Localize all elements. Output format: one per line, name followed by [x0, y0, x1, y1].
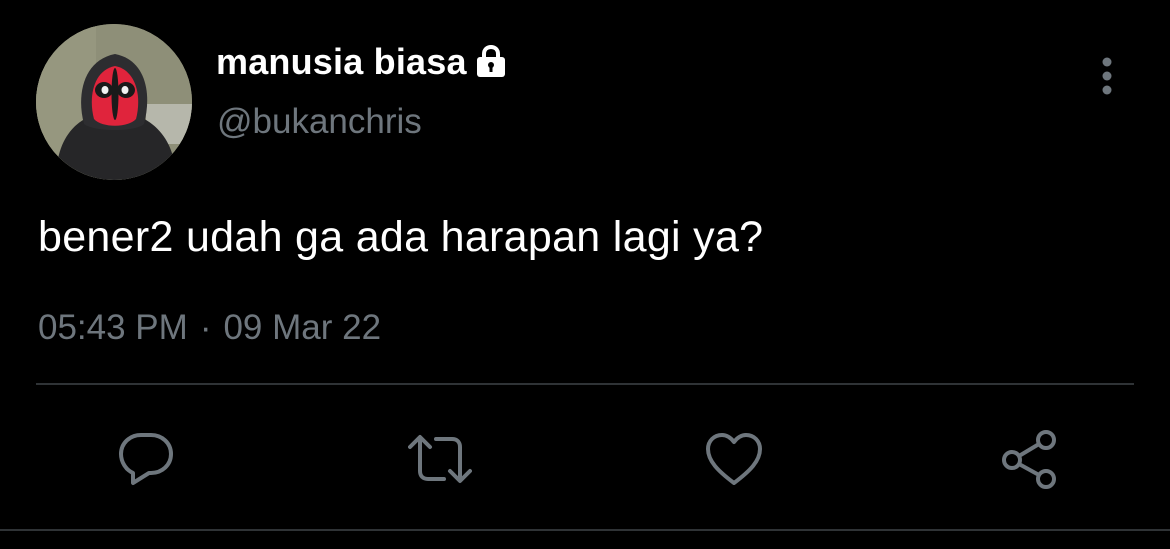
- avatar-image: [36, 24, 192, 180]
- user-handle[interactable]: @bukanchris: [217, 102, 422, 142]
- meta-separator: ·: [199, 308, 212, 347]
- tweet-card: manusia biasa @bukanchris bener2 udah ga…: [0, 0, 1170, 549]
- share-icon: [1002, 430, 1056, 489]
- heart-icon: [706, 433, 762, 485]
- more-options-button[interactable]: [1090, 52, 1124, 100]
- retweet-button[interactable]: [407, 426, 473, 492]
- reply-icon: [119, 433, 173, 485]
- divider: [36, 383, 1134, 385]
- tweet-timestamp[interactable]: 05:43 PM · 09 Mar 22: [38, 308, 381, 348]
- retweet-icon: [408, 435, 472, 483]
- more-vertical-icon: [1102, 57, 1112, 95]
- share-button[interactable]: [997, 426, 1063, 492]
- like-button[interactable]: [701, 426, 767, 492]
- author-name-row: manusia biasa: [216, 40, 509, 84]
- reply-button[interactable]: [113, 426, 179, 492]
- tweet-time: 05:43 PM: [38, 308, 188, 347]
- tweet-date: 09 Mar 22: [223, 308, 382, 347]
- tweet-text: bener2 udah ga ada harapan lagi ya?: [38, 213, 764, 261]
- display-name[interactable]: manusia biasa: [216, 41, 467, 83]
- bottom-divider: [0, 529, 1170, 531]
- avatar[interactable]: [36, 24, 192, 180]
- lock-icon: [473, 44, 509, 80]
